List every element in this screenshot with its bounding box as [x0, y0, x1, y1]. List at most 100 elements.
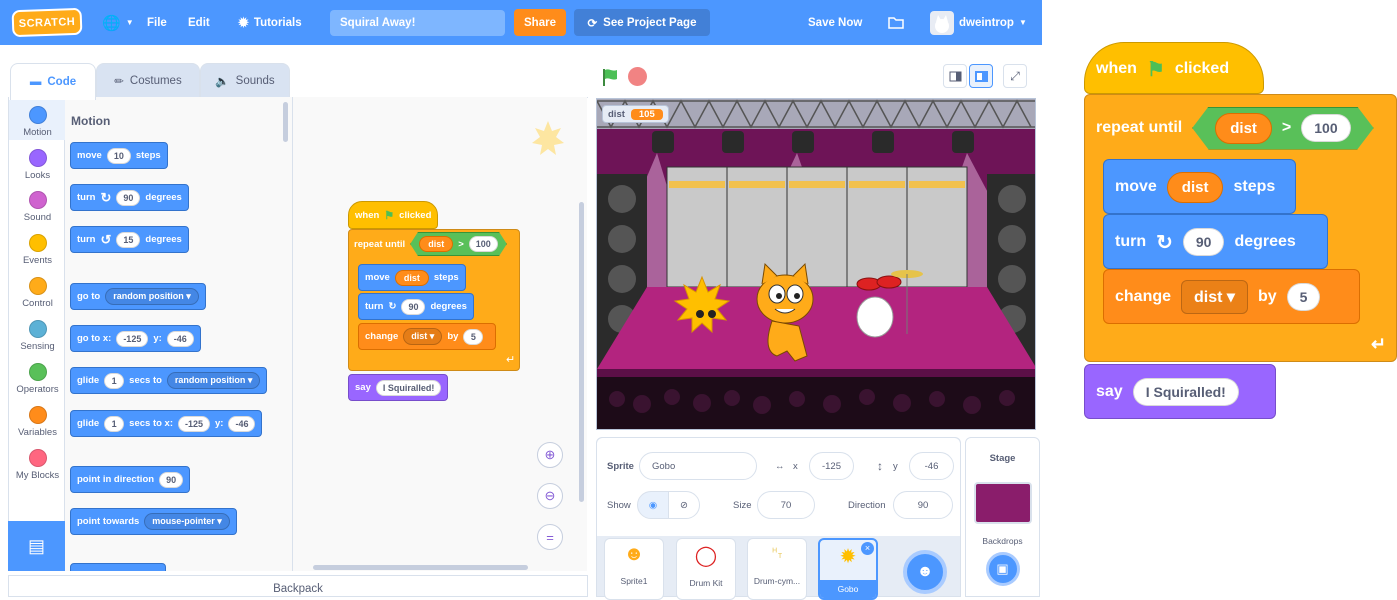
- turn-left-input[interactable]: 15: [116, 231, 141, 248]
- glide-y-input[interactable]: -46: [228, 415, 256, 432]
- block-when-flag-clicked[interactable]: when ⚑ clicked: [348, 201, 439, 229]
- category-sensing[interactable]: Sensing: [9, 320, 66, 352]
- choose-sprite-button[interactable]: ☻: [903, 550, 947, 594]
- variable-dropdown[interactable]: dist ▾: [1181, 280, 1248, 314]
- save-now-button[interactable]: Save Now: [808, 0, 862, 45]
- block-go-to[interactable]: go to random position ▾: [70, 283, 206, 310]
- tab-costumes[interactable]: ✏ Costumes: [96, 63, 200, 98]
- block-point-in-direction[interactable]: point in direction 90: [70, 466, 191, 493]
- change-by-input[interactable]: 5: [1286, 283, 1321, 311]
- sprite-thumb-drum-kit[interactable]: ◯ Drum Kit: [676, 538, 736, 600]
- go-to-dropdown[interactable]: random position ▾: [105, 288, 199, 305]
- small-stage-button[interactable]: [943, 64, 967, 88]
- glide-secs-input[interactable]: 1: [104, 372, 125, 389]
- sprite-thumb-drum-cymbal[interactable]: ␉ Drum-cym...: [747, 538, 807, 600]
- dist-reporter[interactable]: dist: [419, 236, 454, 252]
- say-message-input[interactable]: I Squiralled!: [375, 379, 442, 396]
- see-project-page-button[interactable]: ⟳ See Project Page: [574, 9, 710, 36]
- point-towards-dropdown[interactable]: mouse-pointer ▾: [144, 513, 230, 530]
- stage-backdrop-thumbnail[interactable]: [973, 482, 1032, 524]
- stage-selector[interactable]: Stage Backdrops ▣: [965, 437, 1040, 597]
- change-by-input[interactable]: 5: [463, 328, 484, 345]
- dist-reporter[interactable]: dist: [1215, 112, 1272, 144]
- add-extension-button[interactable]: ▤: [8, 521, 65, 571]
- block-go-to-xy[interactable]: go to x: -125 y: -46: [70, 325, 201, 352]
- category-variables[interactable]: Variables: [9, 406, 66, 438]
- tutorials-button[interactable]: ✹ Tutorials: [238, 0, 302, 45]
- stage[interactable]: dist 105: [596, 98, 1036, 430]
- operator-greater-than[interactable]: dist >100: [410, 232, 507, 256]
- script-block-turn[interactable]: turn ↻ 90 degrees: [358, 293, 474, 320]
- language-menu[interactable]: 🌐 ▼: [102, 0, 134, 45]
- category-my-blocks[interactable]: My Blocks: [9, 449, 66, 481]
- turn-degrees-input[interactable]: 90: [401, 298, 426, 315]
- tab-code[interactable]: ▬ Code: [10, 63, 96, 100]
- category-control[interactable]: Control: [9, 277, 66, 309]
- script-hscrollbar[interactable]: [313, 565, 528, 570]
- y-input[interactable]: -46: [909, 452, 954, 480]
- zoom-reset-button[interactable]: =: [537, 524, 563, 550]
- palette-scrollbar[interactable]: [283, 102, 288, 142]
- sprite-thumb-gobo[interactable]: ✹ Gobo ×: [818, 538, 878, 600]
- sprite-thumb-sprite1[interactable]: ☻ Sprite1: [604, 538, 664, 600]
- zoom-out-button[interactable]: ⊖: [537, 483, 563, 509]
- say-message-input[interactable]: I Squiralled!: [1132, 378, 1239, 406]
- sprite-name-input[interactable]: Gobo: [639, 452, 757, 480]
- block-turn-right[interactable]: turn ↻ 90 degrees: [70, 184, 189, 211]
- normal-stage-button[interactable]: [969, 64, 993, 88]
- file-menu[interactable]: File: [147, 0, 167, 45]
- script-block-say[interactable]: say I Squiralled!: [348, 374, 449, 401]
- stop-button[interactable]: [628, 67, 647, 86]
- scratch-logo[interactable]: SCRATCH: [11, 7, 83, 38]
- script-area[interactable]: when ⚑ clicked repeat until dist >100 move di…: [293, 97, 587, 571]
- backpack[interactable]: Backpack: [8, 575, 588, 597]
- share-button[interactable]: Share: [514, 9, 566, 36]
- size-input[interactable]: 70: [757, 491, 815, 519]
- project-title-input[interactable]: Squiral Away!: [330, 10, 505, 36]
- glide-dropdown[interactable]: random position ▾: [166, 372, 261, 389]
- block-partial[interactable]: [70, 563, 166, 571]
- block-point-towards[interactable]: point towards mouse-pointer ▾: [70, 508, 237, 535]
- script-scrollbar[interactable]: [579, 202, 584, 502]
- zoom-in-button[interactable]: ⊕: [537, 442, 563, 468]
- choose-backdrop-button[interactable]: ▣: [985, 552, 1020, 586]
- block-turn-left[interactable]: turn ↺ 15 degrees: [70, 226, 189, 253]
- variable-dropdown[interactable]: dist ▾: [403, 328, 443, 345]
- block-glide[interactable]: glide 1 secs to random position ▾: [70, 367, 268, 394]
- show-hidden-button[interactable]: ⊘: [668, 491, 700, 519]
- delete-sprite-icon[interactable]: ×: [861, 542, 874, 555]
- show-visible-button[interactable]: ◉: [637, 491, 669, 519]
- fullscreen-button[interactable]: ⤢: [1003, 64, 1027, 88]
- tab-sounds[interactable]: 🔈 Sounds: [200, 63, 290, 98]
- glide-xy-secs-input[interactable]: 1: [104, 415, 125, 432]
- compare-value-input[interactable]: 100: [468, 236, 498, 252]
- dist-reporter[interactable]: dist: [394, 269, 429, 286]
- turn-degrees-input[interactable]: 90: [1182, 228, 1225, 256]
- script-block-move[interactable]: move dist steps: [358, 264, 466, 291]
- script-block-change[interactable]: change dist ▾ by 5: [358, 323, 496, 350]
- large-operator-greater-than[interactable]: dist >100: [1192, 106, 1374, 150]
- compare-value-input[interactable]: 100: [1301, 114, 1351, 142]
- go-to-x-input[interactable]: -125: [116, 330, 149, 347]
- move-steps-input[interactable]: 10: [106, 147, 131, 164]
- block-move[interactable]: move 10 steps: [70, 142, 168, 169]
- my-stuff-folder-icon[interactable]: [888, 0, 904, 45]
- category-operators[interactable]: Operators: [9, 363, 66, 395]
- turn-right-input[interactable]: 90: [116, 189, 141, 206]
- category-events[interactable]: Events: [9, 234, 66, 266]
- variable-monitor[interactable]: dist 105: [602, 105, 669, 123]
- x-input[interactable]: -125: [809, 452, 854, 480]
- green-flag-button[interactable]: [599, 66, 621, 88]
- dist-reporter[interactable]: dist: [1166, 171, 1224, 203]
- direction-input[interactable]: 90: [893, 491, 953, 519]
- category-looks[interactable]: Looks: [9, 149, 66, 181]
- glide-x-input[interactable]: -125: [178, 415, 211, 432]
- account-menu[interactable]: dweintrop ▼: [930, 0, 1027, 45]
- direction-input[interactable]: 90: [159, 471, 184, 488]
- edit-menu[interactable]: Edit: [188, 0, 210, 45]
- chevron-down-icon: ▼: [125, 18, 134, 27]
- category-sound[interactable]: Sound: [9, 191, 66, 223]
- category-motion[interactable]: Motion: [9, 100, 66, 140]
- go-to-y-input[interactable]: -46: [166, 330, 194, 347]
- block-glide-xy[interactable]: glide 1 secs to x: -125 y: -46: [70, 410, 263, 437]
